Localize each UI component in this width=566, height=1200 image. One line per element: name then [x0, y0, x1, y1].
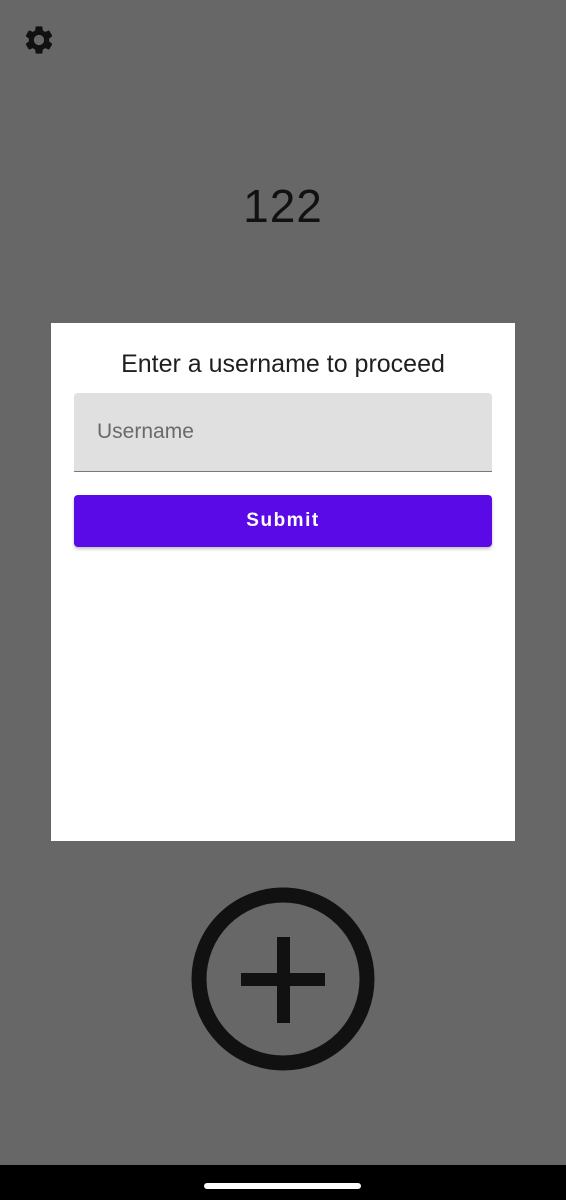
home-gesture-handle[interactable] — [204, 1183, 361, 1189]
counter-value: 122 — [243, 180, 323, 232]
username-input[interactable] — [74, 393, 492, 472]
submit-button[interactable]: Submit — [74, 495, 492, 547]
settings-button[interactable] — [22, 23, 56, 57]
gear-icon — [25, 26, 53, 54]
add-button[interactable] — [190, 886, 376, 1072]
dialog-title: Enter a username to proceed — [121, 350, 445, 378]
add-circle-icon — [191, 887, 375, 1071]
